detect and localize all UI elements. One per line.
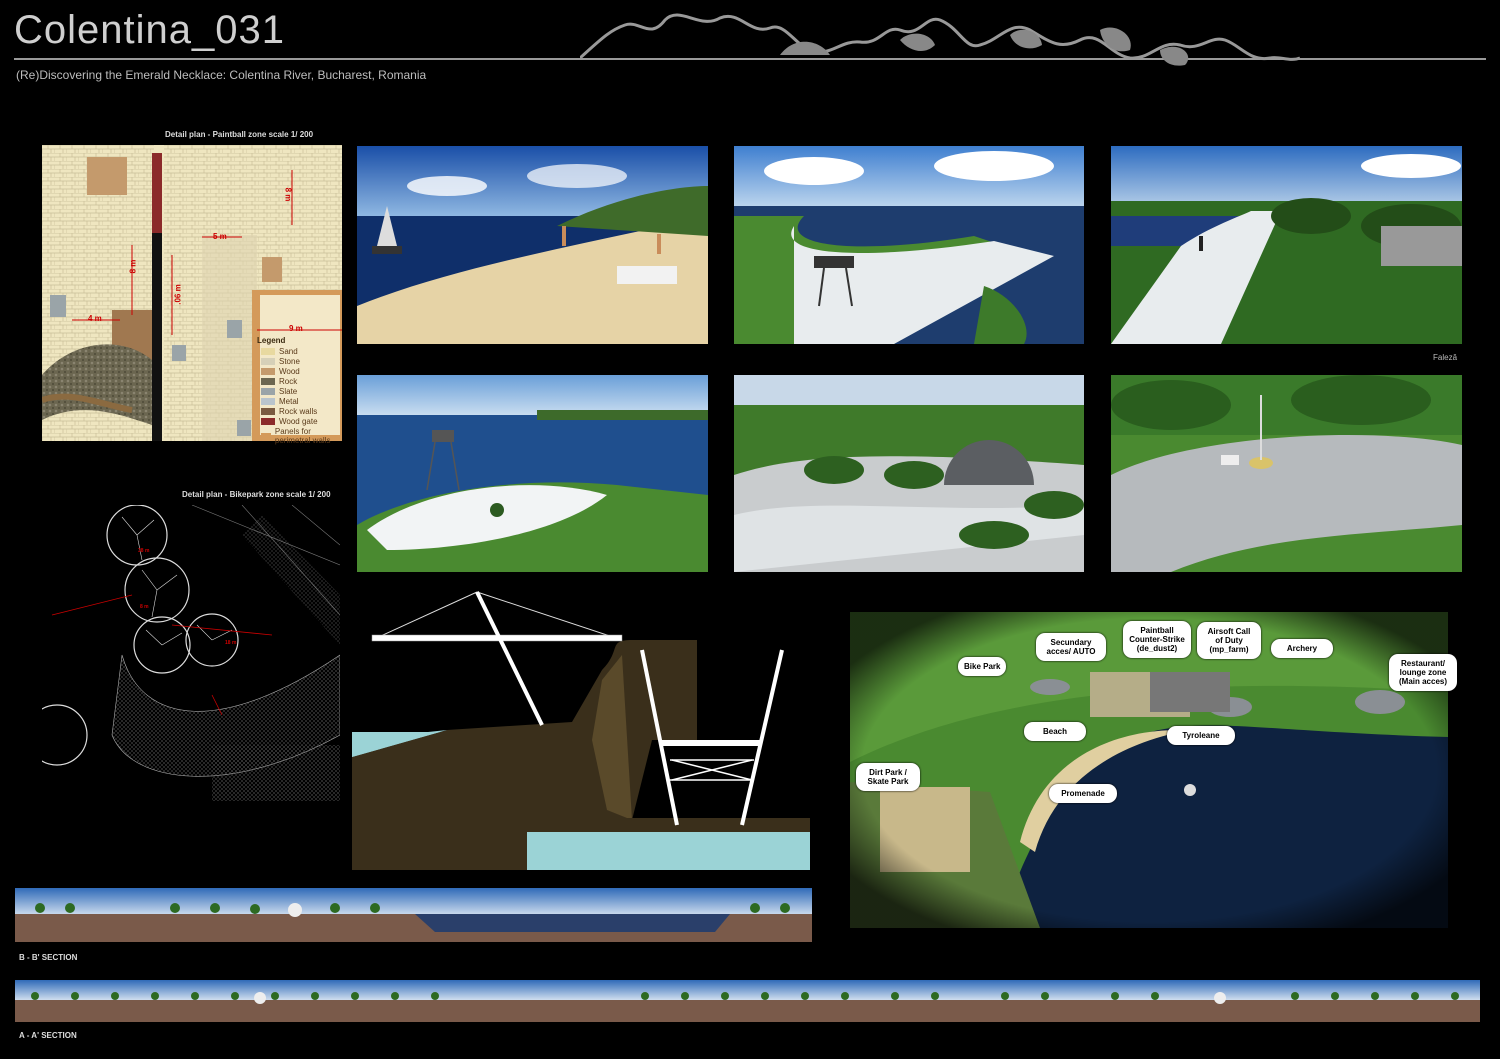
page-subtitle: (Re)Discovering the Emerald Necklace: Co… bbox=[16, 68, 427, 82]
dimension-label: 9 m bbox=[289, 324, 303, 333]
dimension-label: 18 m bbox=[225, 640, 237, 646]
legend-label: Sand bbox=[279, 346, 298, 356]
river-outline-graphic bbox=[580, 13, 1301, 66]
section-aa-label: A - A' SECTION bbox=[19, 1031, 77, 1040]
page-title: Colentina_031 bbox=[14, 8, 285, 52]
masterplan-label-airsoft: Airsoft Call of Duty (mp_farm) bbox=[1197, 622, 1261, 659]
bikepark-detail-plan bbox=[42, 505, 340, 801]
legend-swatch bbox=[261, 432, 271, 440]
bikepark-plan-caption: Detail plan - Bikepark zone scale 1/ 200 bbox=[182, 490, 331, 499]
render-promenade-aerial bbox=[734, 146, 1084, 344]
section-bb-label: B - B' SECTION bbox=[19, 953, 78, 962]
legend-item: Metal bbox=[261, 396, 341, 406]
legend-item: Panels for perimetral walls bbox=[261, 426, 341, 446]
legend-item: Rock walls bbox=[261, 406, 341, 416]
faleza-label: Falezǎ bbox=[1433, 353, 1458, 362]
dimension-label: .06 m bbox=[173, 284, 183, 305]
legend-item: Rock bbox=[261, 376, 341, 386]
paintball-legend: Sand Stone Wood Rock Slate Metal Rock walls Woo… bbox=[261, 346, 341, 446]
render-beach bbox=[357, 146, 708, 344]
legend-swatch bbox=[261, 417, 275, 425]
dimension-label: 8 m bbox=[140, 604, 149, 610]
legend-label: Metal bbox=[279, 396, 299, 406]
legend-item: Wood bbox=[261, 366, 341, 376]
legend-label: Wood gate bbox=[279, 416, 318, 426]
legend-label: Wood bbox=[279, 366, 300, 376]
render-dome-plaza bbox=[734, 375, 1084, 572]
masterplan-label-secundary-acces: Secundary acces/ AUTO bbox=[1036, 633, 1106, 661]
legend-label: Slate bbox=[279, 386, 298, 396]
legend-swatch bbox=[261, 347, 275, 355]
masterplan-label-promenade: Promenade bbox=[1049, 784, 1117, 803]
legend-swatch bbox=[261, 367, 275, 375]
legend-item: Stone bbox=[261, 356, 341, 366]
dimension-label: 38 m bbox=[138, 548, 150, 554]
legend-item: Sand bbox=[261, 346, 341, 356]
legend-swatch bbox=[261, 357, 275, 365]
legend-label: Panels for perimetral walls bbox=[274, 427, 331, 445]
dimension-label: 8 m bbox=[283, 187, 293, 202]
masterplan-aerial bbox=[850, 612, 1448, 928]
masterplan-label-dirt-park: Dirt Park / Skate Park bbox=[856, 763, 920, 791]
dimension-label: 8 m bbox=[128, 259, 138, 274]
legend-title: Legend bbox=[257, 336, 286, 345]
paintball-plan-caption: Detail plan - Paintball zone scale 1/ 20… bbox=[165, 130, 314, 139]
render-parking-plaza bbox=[1111, 375, 1462, 572]
tyroleane-structure-diagram bbox=[352, 591, 810, 870]
masterplan-label-beach: Beach bbox=[1024, 722, 1086, 741]
legend-label: Stone bbox=[279, 356, 300, 366]
legend-item: Slate bbox=[261, 386, 341, 396]
masterplan-label-paintball: Paintball Counter-Strike (de_dust2) bbox=[1123, 621, 1191, 658]
render-tyroleane-tower bbox=[357, 375, 708, 572]
render-faleza-path bbox=[1111, 146, 1462, 344]
dimension-label: 4 m bbox=[88, 314, 102, 323]
masterplan-label-bike-park: Bike Park bbox=[958, 657, 1007, 676]
masterplan-label-tyroleane: Tyroleane bbox=[1167, 726, 1235, 745]
section-bb-drawing bbox=[15, 888, 812, 942]
legend-swatch bbox=[261, 377, 275, 385]
legend-swatch bbox=[261, 407, 275, 415]
masterplan-label-archery: Archery bbox=[1271, 639, 1333, 658]
masterplan-label-restaurant: Restaurant/ lounge zone (Main acces) bbox=[1389, 654, 1457, 691]
dimension-label: 5 m bbox=[213, 232, 227, 241]
legend-swatch bbox=[261, 397, 275, 405]
legend-item: Wood gate bbox=[261, 416, 341, 426]
legend-label: Rock walls bbox=[279, 406, 318, 416]
legend-label: Rock bbox=[279, 376, 298, 386]
legend-swatch bbox=[261, 387, 275, 395]
section-aa-drawing bbox=[15, 980, 1480, 1022]
